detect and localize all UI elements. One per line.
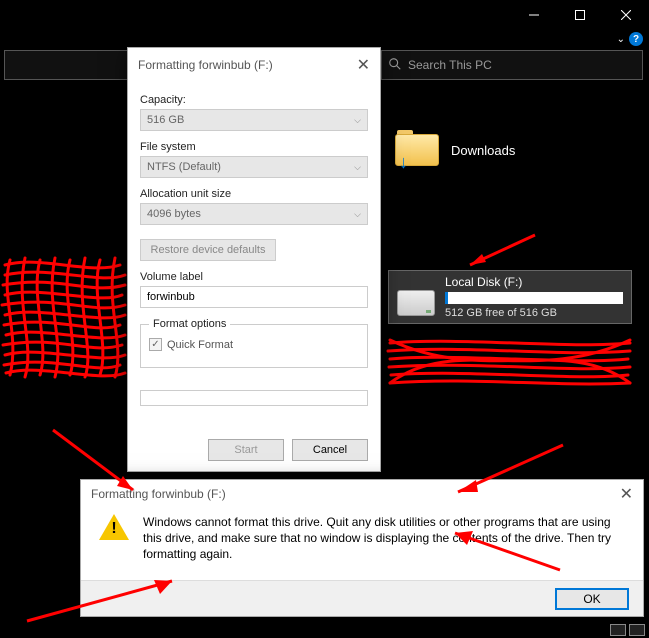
format-options-legend: Format options <box>149 318 230 330</box>
annotation-arrow <box>22 576 182 631</box>
minimize-button[interactable] <box>511 0 557 30</box>
disk-drive-icon <box>397 290 435 316</box>
search-placeholder: Search This PC <box>408 58 492 72</box>
warning-icon: ! <box>99 514 129 563</box>
cancel-button[interactable]: Cancel <box>292 439 368 461</box>
maximize-button[interactable] <box>557 0 603 30</box>
disk-usage-bar <box>445 292 623 304</box>
format-progress-bar <box>140 390 368 406</box>
help-icon[interactable]: ? <box>629 32 643 46</box>
annotation-arrow <box>448 440 568 505</box>
annotation-arrow <box>460 230 540 275</box>
allocation-select[interactable]: 4096 bytes⌵ <box>140 203 368 225</box>
download-arrow-icon: ↓ <box>399 152 408 173</box>
ribbon-expand-icon[interactable]: ⌄ <box>617 34 625 45</box>
annotation-arrow <box>445 525 565 580</box>
downloads-folder[interactable]: ↓ Downloads <box>395 130 515 170</box>
filesystem-label: File system <box>140 141 368 153</box>
capacity-select[interactable]: 516 GB⌵ <box>140 109 368 131</box>
folder-icon: ↓ <box>395 130 439 170</box>
filesystem-select[interactable]: NTFS (Default)⌵ <box>140 156 368 178</box>
redaction-scribble <box>0 255 130 385</box>
checkbox-icon: ✓ <box>149 338 162 351</box>
annotation-arrow <box>43 420 143 505</box>
volume-label-label: Volume label <box>140 271 368 283</box>
redaction-scribble <box>385 335 635 390</box>
chevron-down-icon: ⌵ <box>354 115 361 126</box>
window-titlebar <box>0 0 649 30</box>
ok-button[interactable]: OK <box>555 588 629 610</box>
taskbar-tray <box>610 624 645 636</box>
restore-defaults-button[interactable]: Restore device defaults <box>140 239 276 261</box>
disk-name: Local Disk (F:) <box>445 275 623 289</box>
local-disk-tile[interactable]: Local Disk (F:) 512 GB free of 516 GB <box>388 270 632 324</box>
capacity-label: Capacity: <box>140 94 368 106</box>
format-options-group: Format options ✓ Quick Format <box>140 318 368 368</box>
dialog-close-icon[interactable]: ✕ <box>357 55 370 75</box>
folder-label: Downloads <box>451 143 515 158</box>
msgbox-close-icon[interactable]: ✕ <box>620 484 633 504</box>
chevron-down-icon: ⌵ <box>354 162 361 173</box>
ribbon-bar: ⌄ ? <box>0 30 649 48</box>
search-box[interactable]: Search This PC <box>382 57 642 74</box>
tray-icon[interactable] <box>610 624 626 636</box>
format-dialog: Formatting forwinbub (F:) ✕ Capacity: 51… <box>127 47 381 472</box>
close-button[interactable] <box>603 0 649 30</box>
volume-label-input[interactable] <box>140 286 368 308</box>
dialog-title: Formatting forwinbub (F:) <box>138 58 273 72</box>
chevron-down-icon: ⌵ <box>354 209 361 220</box>
disk-free-text: 512 GB free of 516 GB <box>445 307 623 319</box>
search-icon <box>388 57 402 74</box>
quick-format-checkbox[interactable]: ✓ Quick Format <box>149 338 359 351</box>
allocation-label: Allocation unit size <box>140 188 368 200</box>
tray-icon[interactable] <box>629 624 645 636</box>
start-button[interactable]: Start <box>208 439 284 461</box>
